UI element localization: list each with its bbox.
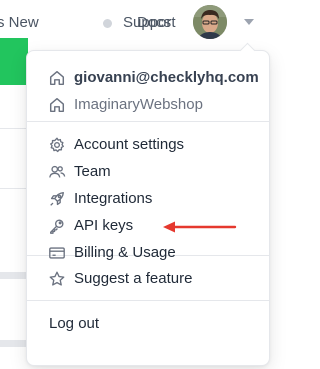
annotation-arrow-icon <box>163 221 237 233</box>
users-icon <box>48 163 66 181</box>
account-dropdown-menu: giovanni@checklyhq.com ImaginaryWebshop … <box>26 50 270 366</box>
page-divider <box>0 128 28 129</box>
account-name-label: ImaginaryWebshop <box>74 96 203 113</box>
user-avatar[interactable] <box>193 5 227 39</box>
accounts-section: giovanni@checklyhq.com ImaginaryWebshop <box>27 51 269 122</box>
menu-item-label: Suggest a feature <box>74 270 193 287</box>
rocket-icon <box>48 190 66 208</box>
top-navigation: s New Support Docs <box>0 0 273 46</box>
new-indicator-dot <box>103 19 112 28</box>
home-icon <box>48 69 66 87</box>
chevron-down-icon[interactable] <box>244 19 254 25</box>
key-icon <box>48 217 66 235</box>
gear-icon <box>48 136 66 154</box>
credit-card-icon <box>48 244 66 262</box>
nav-docs-link[interactable]: Docs <box>137 14 171 31</box>
avatar-portrait <box>193 5 227 39</box>
page-skeleton-bar <box>0 272 28 279</box>
account-item-current[interactable]: giovanni@checklyhq.com <box>27 64 269 91</box>
menu-item-integrations[interactable]: Integrations <box>27 185 269 212</box>
logout-section: Log out <box>27 301 269 337</box>
settings-section: Account settings Team Integrations API k… <box>27 122 269 261</box>
menu-item-label: Account settings <box>74 136 185 153</box>
account-email-label: giovanni@checklyhq.com <box>74 69 259 86</box>
menu-item-team[interactable]: Team <box>27 158 269 185</box>
menu-item-label: Team <box>74 163 111 180</box>
menu-item-label: Billing & Usage <box>74 244 176 261</box>
page-skeleton-bar <box>0 340 28 347</box>
menu-item-label: API keys <box>74 217 134 234</box>
star-icon <box>48 270 66 288</box>
menu-item-account-settings[interactable]: Account settings <box>27 131 269 158</box>
menu-item-billing-usage[interactable]: Billing & Usage <box>27 239 269 266</box>
menu-item-suggest-feature[interactable]: Suggest a feature <box>27 265 269 292</box>
home-icon <box>48 96 66 114</box>
menu-item-label: Log out <box>49 315 100 332</box>
menu-item-log-out[interactable]: Log out <box>27 310 269 337</box>
account-item-imaginarywebshop[interactable]: ImaginaryWebshop <box>27 91 269 118</box>
menu-item-label: Integrations <box>74 190 153 207</box>
page-divider <box>0 188 28 189</box>
nav-whats-new-link[interactable]: s New <box>0 14 39 31</box>
